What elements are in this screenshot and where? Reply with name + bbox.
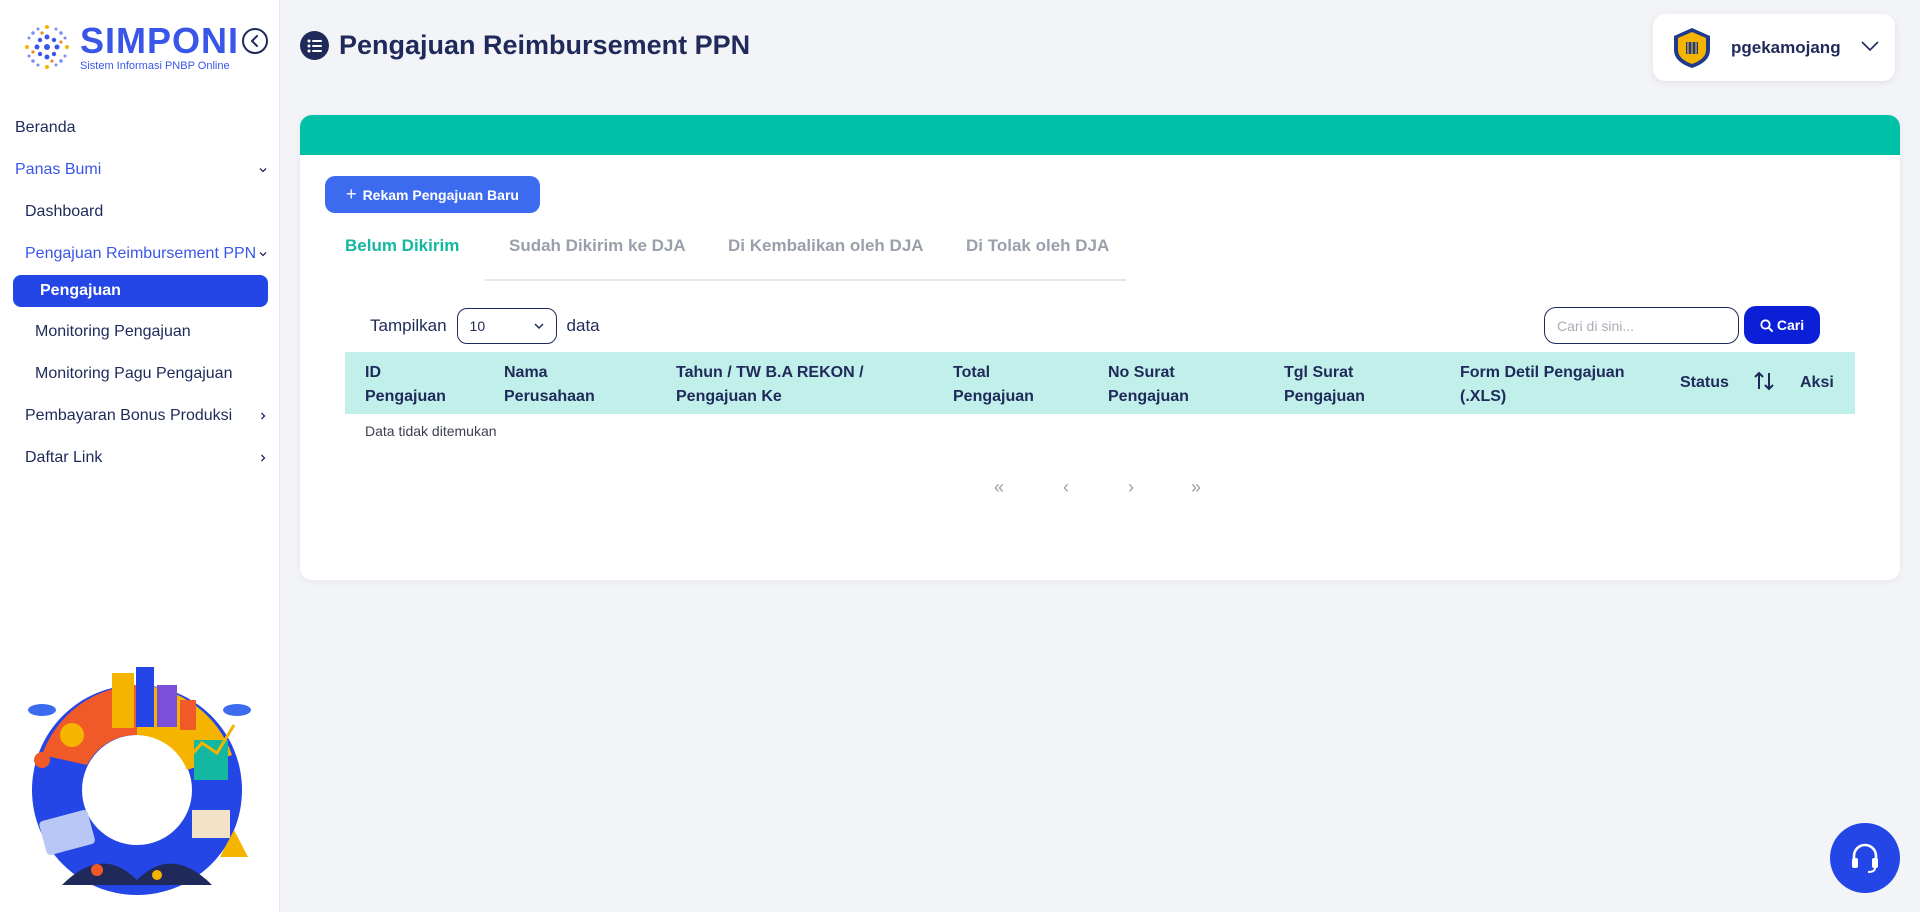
- brand-name: SIMPONI: [80, 19, 240, 61]
- chevron-left-icon: [251, 35, 258, 47]
- sidebar-item-label: Beranda: [15, 119, 76, 136]
- page-size-control: Tampilkan 10 data: [370, 308, 600, 344]
- sidebar-item-label: Pengajuan: [40, 282, 121, 299]
- tab-sudah-dikirim[interactable]: Sudah Dikirim ke DJA: [509, 236, 686, 256]
- page-size-select[interactable]: 10: [456, 308, 557, 344]
- sidebar-item-label: Dashboard: [25, 203, 104, 220]
- logo-mark-icon: [25, 25, 69, 69]
- list-icon: [300, 31, 329, 60]
- column-header-nama: Nama Perusahaan: [504, 364, 595, 405]
- sidebar-illustration: [28, 667, 251, 895]
- sidebar-collapse-button[interactable]: [242, 28, 268, 54]
- pagination-next[interactable]: ›: [1128, 477, 1134, 498]
- sidebar-item-beranda[interactable]: Beranda: [0, 107, 280, 149]
- tabs-underline: [485, 279, 1126, 281]
- card-header-bar: [300, 115, 1900, 155]
- column-header-form-detil: Form Detil Pengajuan (.XLS): [1460, 364, 1625, 405]
- column-header-id: ID Pengajuan: [365, 364, 446, 405]
- column-header-total: Total Pengajuan: [953, 364, 1034, 405]
- sidebar-item-label: Pembayaran Bonus Produksi: [25, 407, 233, 424]
- user-name: pgekamojang: [1731, 37, 1841, 57]
- page-header: Pengajuan Reimbursement PPN: [300, 30, 750, 61]
- help-button[interactable]: [1830, 823, 1900, 893]
- data-label: data: [566, 316, 600, 335]
- sidebar-item-panas-bumi[interactable]: Panas Bumi: [0, 149, 280, 191]
- sidebar: SIMPONI Sistem Informasi PNBP Online Ber…: [0, 0, 280, 912]
- sidebar-item-label: Pengajuan Reimbursement PPN: [25, 245, 257, 262]
- pagination-prev[interactable]: ‹: [1063, 477, 1069, 498]
- column-header-status: Status: [1680, 374, 1729, 391]
- sidebar-item-dashboard[interactable]: Dashboard: [0, 191, 280, 233]
- sort-icon[interactable]: [1753, 370, 1775, 392]
- user-menu[interactable]: pgekamojang: [1653, 14, 1895, 81]
- sidebar-menu: Beranda Panas Bumi Dashboard Pengajuan R…: [0, 107, 280, 479]
- chevron-right-icon: [261, 454, 266, 462]
- show-label: Tampilkan: [370, 316, 447, 335]
- column-header-no-surat: No Surat Pengajuan: [1108, 364, 1189, 405]
- page-title: Pengajuan Reimbursement PPN: [339, 30, 751, 60]
- search-input[interactable]: [1544, 307, 1739, 344]
- chevron-down-icon: [1861, 41, 1879, 52]
- sidebar-item-monitoring-pagu[interactable]: Monitoring Pagu Pengajuan: [0, 353, 280, 395]
- table-header: ID Pengajuan Nama Perusahaan Tahun / TW B.…: [345, 352, 1855, 414]
- chevron-down-icon: [534, 322, 544, 329]
- add-pengajuan-button[interactable]: + Rekam Pengajuan Baru: [325, 176, 540, 213]
- sidebar-item-label: Panas Bumi: [15, 161, 102, 178]
- pagination-last[interactable]: »: [1191, 477, 1201, 498]
- plus-icon: +: [346, 184, 357, 204]
- column-header-aksi: Aksi: [1800, 374, 1834, 391]
- chevron-down-icon: [259, 252, 267, 257]
- ministry-emblem-icon: [1674, 27, 1710, 68]
- page-size-value: 10: [469, 318, 486, 334]
- tab-dikembalikan[interactable]: Di Kembalikan oleh DJA: [728, 236, 924, 256]
- headset-icon: [1852, 843, 1878, 873]
- column-header-tahun: Tahun / TW B.A REKON / Pengajuan Ke: [676, 364, 864, 405]
- search-button[interactable]: Cari: [1744, 306, 1820, 344]
- empty-state: Data tidak ditemukan: [365, 423, 497, 439]
- main-card: + Rekam Pengajuan Baru Belum Dikirim Sud…: [300, 115, 1900, 580]
- pagination-first[interactable]: «: [994, 477, 1004, 498]
- tab-belum-dikirim[interactable]: Belum Dikirim: [345, 236, 459, 256]
- sidebar-item-label: Daftar Link: [25, 449, 103, 466]
- sidebar-item-daftar-link[interactable]: Daftar Link: [0, 437, 280, 479]
- sidebar-item-pengajuan[interactable]: Pengajuan: [13, 275, 268, 307]
- sidebar-item-bonus-produksi[interactable]: Pembayaran Bonus Produksi: [0, 395, 280, 437]
- search-button-label: Cari: [1776, 317, 1805, 333]
- chevron-right-icon: [261, 412, 266, 420]
- sidebar-item-monitoring-pengajuan[interactable]: Monitoring Pengajuan: [0, 311, 280, 353]
- add-pengajuan-label: Rekam Pengajuan Baru: [362, 186, 519, 203]
- brand-tagline: Sistem Informasi PNBP Online: [80, 59, 230, 72]
- sidebar-item-label: Monitoring Pagu Pengajuan: [35, 365, 233, 382]
- logo[interactable]: SIMPONI Sistem Informasi PNBP Online: [18, 18, 239, 76]
- sidebar-item-label: Monitoring Pengajuan: [35, 323, 191, 340]
- tab-ditolak[interactable]: Di Tolak oleh DJA: [966, 236, 1109, 256]
- sidebar-item-reimbursement-ppn[interactable]: Pengajuan Reimbursement PPN: [0, 233, 280, 275]
- chevron-down-icon: [259, 168, 267, 173]
- column-header-tgl-surat: Tgl Surat Pengajuan: [1284, 364, 1365, 405]
- search-icon: [1760, 318, 1773, 332]
